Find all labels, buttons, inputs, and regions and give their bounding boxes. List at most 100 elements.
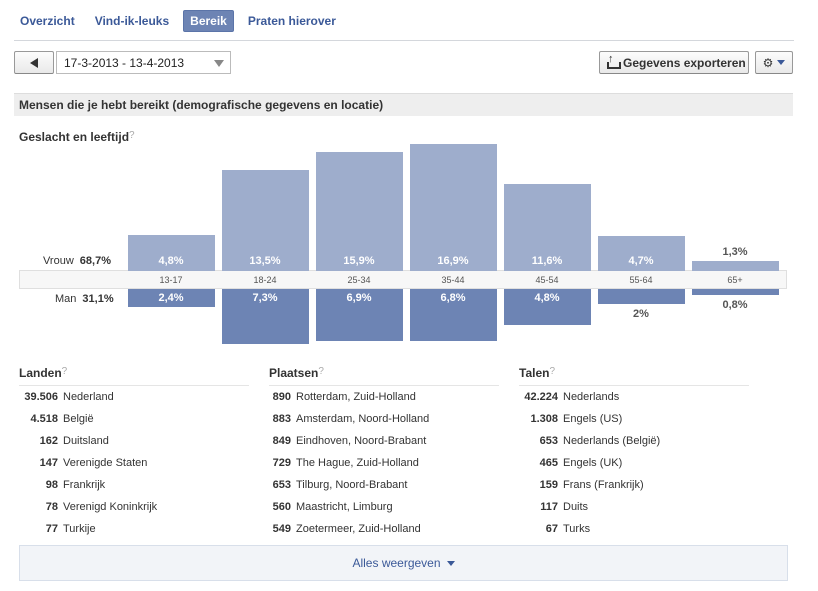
- countries-title-text: Landen: [19, 366, 62, 380]
- bar-female-35-44: [410, 144, 497, 271]
- list-item: 890 Rotterdam, Zuid-Holland: [269, 386, 499, 408]
- date-range-select[interactable]: 17-3-2013 - 13-4-2013: [56, 51, 231, 74]
- tab-vind-ik-leuks[interactable]: Vind-ik-leuks: [89, 11, 175, 31]
- list-item-count: 1.308: [530, 413, 558, 425]
- list-item-count: 729: [272, 457, 291, 469]
- list-item: 117 Duits: [519, 496, 749, 518]
- help-icon[interactable]: ?: [318, 366, 324, 377]
- list-item-count: 549: [272, 523, 291, 535]
- female-total: 68,7%: [79, 255, 111, 267]
- gender-age-title-text: Geslacht en leeftijd: [19, 130, 130, 144]
- data-label-male-25-34: 6,9%: [346, 292, 372, 304]
- arrow-left-icon: [30, 57, 38, 68]
- countries-title: Landen?: [19, 366, 249, 386]
- list-item: 729 The Hague, Zuid-Holland: [269, 452, 499, 474]
- male-total: 31,1%: [82, 293, 114, 305]
- list-item: 549 Zoetermeer, Zuid-Holland: [269, 518, 499, 540]
- list-item-count: 117: [540, 501, 558, 513]
- languages-title: Talen?: [519, 366, 749, 386]
- list-item: 67 Turks: [519, 518, 749, 540]
- list-item: 1.308 Engels (US): [519, 408, 749, 430]
- data-label-male-65+: 0,8%: [722, 299, 748, 311]
- data-label-male-18-24: 7,3%: [252, 292, 278, 304]
- section-title: Mensen die je hebt bereikt (demografisch…: [14, 93, 793, 116]
- data-label-male-55-64: 2%: [633, 308, 649, 320]
- export-icon: [606, 53, 621, 69]
- list-item-count: 147: [39, 457, 58, 469]
- list-item-count: 67: [545, 523, 558, 535]
- list-item-label: België: [63, 413, 94, 425]
- list-item-label: Rotterdam, Zuid-Holland: [296, 391, 416, 403]
- list-item-label: Engels (US): [563, 413, 623, 425]
- list-item-label: Amsterdam, Noord-Holland: [296, 413, 430, 425]
- list-item-count: 39.506: [24, 391, 58, 403]
- list-item: 98 Frankrijk: [19, 474, 249, 496]
- list-item-count: 98: [45, 479, 58, 491]
- show-all-button[interactable]: Alles weergeven: [19, 545, 788, 581]
- list-item: 162 Duitsland: [19, 430, 249, 452]
- male-legend: Man 31,1%: [55, 293, 114, 305]
- help-icon[interactable]: ?: [129, 130, 135, 141]
- list-item-count: 77: [45, 523, 58, 535]
- list-item-count: 159: [539, 479, 558, 491]
- list-item: 77 Turkije: [19, 518, 249, 540]
- gender-age-title: Geslacht en leeftijd?: [19, 130, 135, 144]
- list-item-label: Verenigde Staten: [63, 457, 148, 469]
- age-tick-label: 18-24: [253, 275, 277, 285]
- gear-icon: ⚙: [762, 55, 774, 70]
- data-label-female-55-64: 4,7%: [628, 255, 654, 267]
- tab-bereik[interactable]: Bereik: [183, 10, 234, 32]
- list-item: 849 Eindhoven, Noord-Brabant: [269, 430, 499, 452]
- list-item-label: Nederland: [63, 391, 114, 403]
- list-item-count: 560: [272, 501, 291, 513]
- age-tick-label: 45-54: [535, 275, 559, 285]
- list-item-count: 890: [272, 391, 291, 403]
- list-item-label: Turkije: [63, 523, 96, 535]
- list-item-label: Zoetermeer, Zuid-Holland: [296, 523, 421, 535]
- cities-list: Plaatsen? 890 Rotterdam, Zuid-Holland 883 A…: [269, 366, 499, 540]
- list-item-label: Verenigd Koninkrijk: [63, 501, 158, 513]
- settings-button[interactable]: ⚙: [755, 51, 793, 74]
- list-item: 42.224 Nederlands: [519, 386, 749, 408]
- list-item-count: 42.224: [524, 391, 558, 403]
- countries-list: Landen? 39.506 Nederland 4.518 België 162 Dui…: [19, 366, 249, 540]
- help-icon[interactable]: ?: [62, 366, 68, 377]
- list-item-count: 162: [39, 435, 58, 447]
- list-item-count: 465: [539, 457, 558, 469]
- chevron-down-icon: [777, 60, 786, 65]
- help-icon[interactable]: ?: [549, 366, 555, 377]
- tab-praten-hierover[interactable]: Praten hierover: [242, 11, 342, 31]
- list-item-label: Engels (UK): [563, 457, 623, 469]
- list-item-label: Duitsland: [63, 435, 109, 447]
- male-label: Man: [55, 293, 77, 305]
- data-label-female-65+: 1,3%: [722, 246, 748, 258]
- list-item: 560 Maastricht, Limburg: [269, 496, 499, 518]
- list-item: 4.518 België: [19, 408, 249, 430]
- list-item: 159 Frans (Frankrijk): [519, 474, 749, 496]
- list-item-count: 849: [272, 435, 291, 447]
- tab-overzicht[interactable]: Overzicht: [14, 11, 81, 31]
- list-item: 39.506 Nederland: [19, 386, 249, 408]
- list-item-count: 653: [272, 479, 291, 491]
- previous-period-button[interactable]: [14, 51, 54, 74]
- list-item-count: 653: [539, 435, 558, 447]
- data-label-female-25-34: 15,9%: [343, 255, 375, 267]
- section-title-text: Mensen die je hebt bereikt (demografisch…: [19, 98, 384, 112]
- list-item-label: Turks: [563, 523, 591, 535]
- list-item-count: 4.518: [30, 413, 58, 425]
- nav-tabs: Overzicht Vind-ik-leuks Bereik Praten hi…: [14, 10, 350, 32]
- list-item-label: The Hague, Zuid-Holland: [296, 457, 419, 469]
- data-label-male-13-17: 2,4%: [158, 292, 184, 304]
- data-label-female-18-24: 13,5%: [249, 255, 281, 267]
- cities-title: Plaatsen?: [269, 366, 499, 386]
- export-data-button[interactable]: Gegevens exporteren: [599, 51, 749, 74]
- list-item: 147 Verenigde Staten: [19, 452, 249, 474]
- data-label-male-45-54: 4,8%: [534, 292, 560, 304]
- list-item: 465 Engels (UK): [519, 452, 749, 474]
- age-tick-label: 65+: [727, 275, 743, 285]
- age-tick-label: 55-64: [629, 275, 653, 285]
- bar-male-55-64: [598, 289, 685, 304]
- nav-divider: [14, 40, 794, 41]
- female-label: Vrouw: [43, 255, 74, 267]
- data-label-male-35-44: 6,8%: [440, 292, 466, 304]
